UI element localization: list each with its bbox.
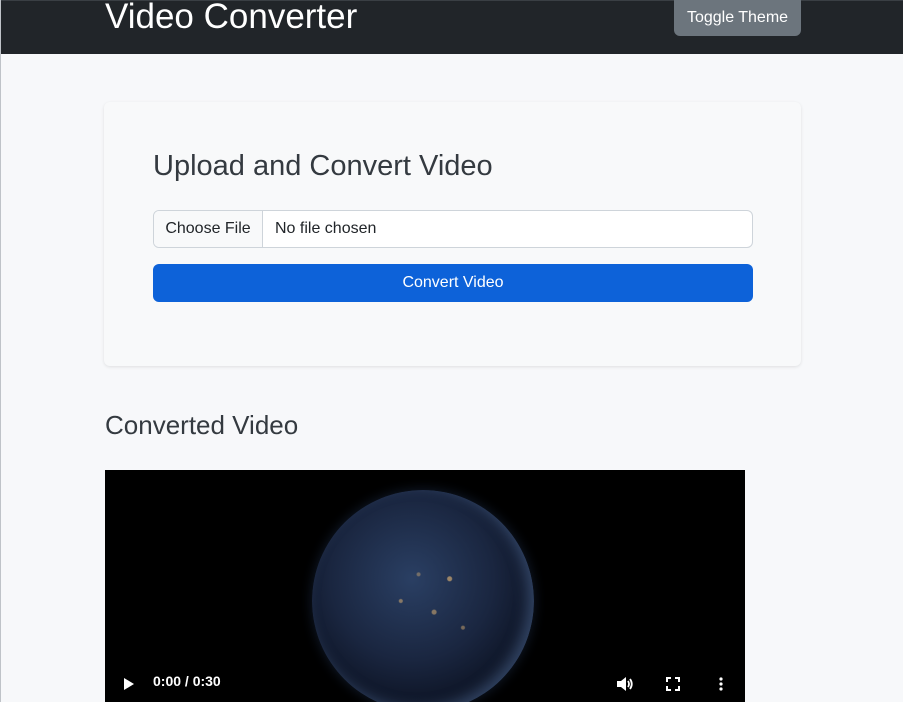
play-icon[interactable] <box>119 666 139 702</box>
converted-video-title: Converted Video <box>105 410 299 440</box>
fullscreen-icon[interactable] <box>661 666 685 702</box>
choose-file-button[interactable]: Choose File <box>154 211 263 247</box>
toggle-theme-button[interactable]: Toggle Theme <box>674 0 801 36</box>
file-input[interactable]: Choose File No file chosen <box>153 210 753 248</box>
video-player[interactable]: 0:00 / 0:30 <box>105 470 745 702</box>
brand-title: Video Converter <box>105 0 358 36</box>
volume-icon[interactable] <box>613 666 637 702</box>
upload-card: Upload and Convert Video Choose File No … <box>104 102 801 366</box>
window-edge <box>0 0 1 702</box>
navbar: Video Converter Toggle Theme <box>1 0 903 54</box>
upload-card-title: Upload and Convert Video <box>153 150 493 182</box>
convert-video-button[interactable]: Convert Video <box>153 264 753 302</box>
file-status-text: No file chosen <box>275 220 377 237</box>
time-display: 0:00 / 0:30 <box>153 673 221 689</box>
video-controls: 0:00 / 0:30 <box>105 666 745 702</box>
more-options-icon[interactable] <box>709 666 733 702</box>
